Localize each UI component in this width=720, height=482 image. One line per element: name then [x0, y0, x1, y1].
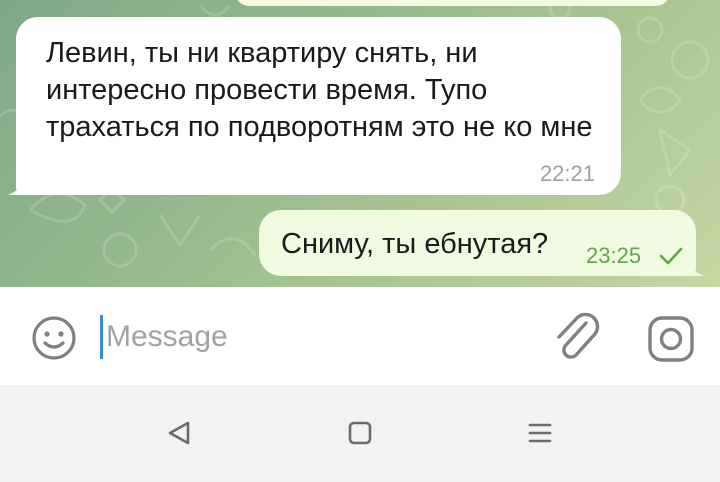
previous-outgoing-bubble-edge: [235, 0, 670, 6]
smile-icon[interactable]: [29, 313, 79, 363]
back-triangle-icon[interactable]: [164, 418, 194, 448]
outgoing-message-bubble[interactable]: Сниму, ты ебнутая? 23:25: [259, 210, 696, 276]
incoming-bubble-tail: [8, 183, 24, 195]
incoming-message-bubble[interactable]: Левин, ты ни квартиру снять, ни интересн…: [16, 17, 621, 195]
outgoing-message-text: Сниму, ты ебнутая?: [281, 228, 549, 260]
text-caret: [100, 315, 103, 359]
menu-lines-icon[interactable]: [525, 418, 555, 448]
incoming-message-time: 22:21: [539, 161, 595, 186]
chat-background: Левин, ты ни квартиру снять, ни интересн…: [0, 0, 720, 287]
home-square-icon[interactable]: [345, 418, 375, 448]
incoming-message-text: Левин, ты ни квартиру снять, ни интересн…: [46, 37, 593, 143]
check-icon: [659, 247, 683, 265]
outgoing-message-time: 23:25: [586, 243, 642, 268]
outgoing-bubble-tail: [688, 264, 704, 276]
camera-icon[interactable]: [645, 313, 697, 365]
message-input[interactable]: [106, 317, 526, 357]
paperclip-icon[interactable]: [550, 309, 602, 365]
